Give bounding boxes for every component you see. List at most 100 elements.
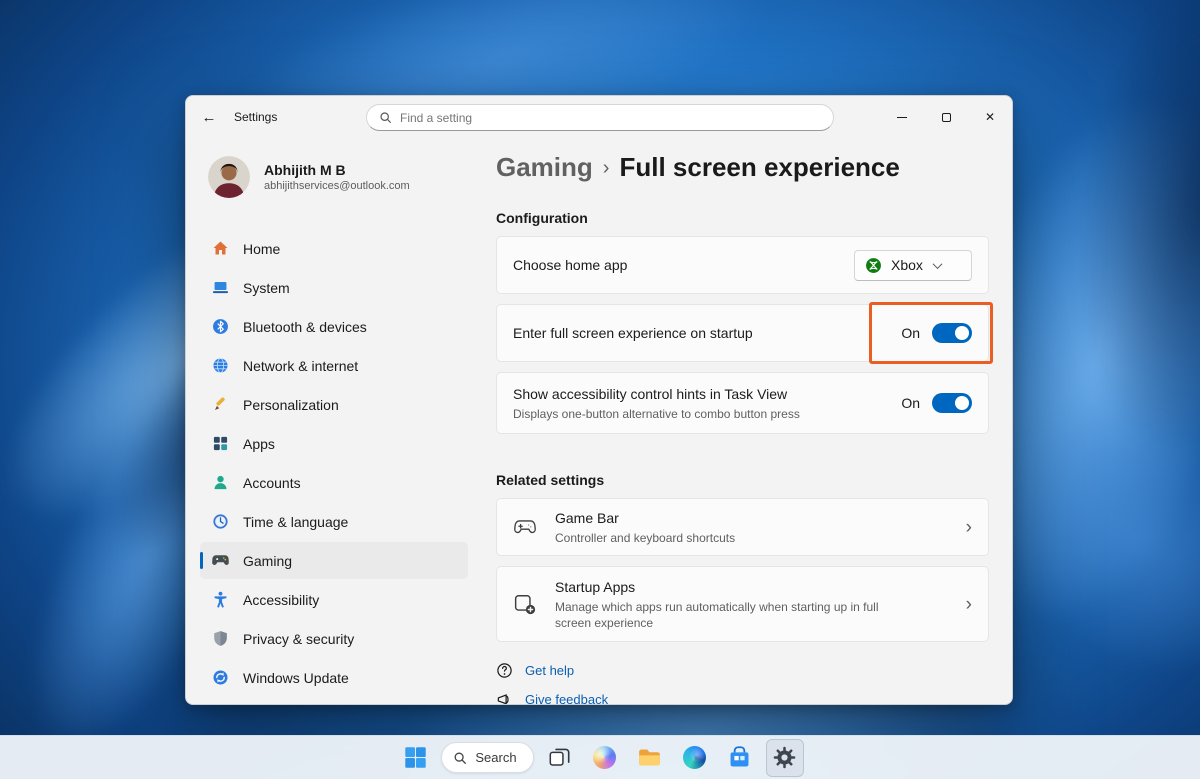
game-bar-card[interactable]: Game Bar Controller and keyboard shortcu…	[496, 498, 989, 556]
home-app-dropdown[interactable]: Xbox	[854, 250, 972, 281]
sidebar-item-label: Bluetooth & devices	[243, 319, 367, 335]
maximize-button[interactable]	[924, 96, 968, 138]
sidebar-item-label: Time & language	[243, 514, 348, 530]
personalization-icon	[212, 396, 229, 413]
breadcrumb-parent[interactable]: Gaming	[496, 149, 593, 185]
settings-search-input[interactable]	[400, 111, 821, 125]
give-feedback-link[interactable]: Give feedback	[496, 691, 989, 705]
chevron-down-icon	[932, 259, 942, 269]
startup-apps-icon	[513, 592, 537, 616]
sidebar-item-privacy-security[interactable]: Privacy & security	[200, 620, 468, 657]
copilot-icon	[593, 746, 616, 769]
sidebar: Abhijith M B abhijithservices@outlook.co…	[186, 138, 482, 704]
window-title: Settings	[234, 110, 277, 124]
give-feedback-label: Give feedback	[525, 692, 608, 705]
minimize-button[interactable]	[880, 96, 924, 138]
sidebar-item-gaming[interactable]: Gaming	[200, 542, 468, 579]
maximize-icon	[942, 113, 951, 122]
file-explorer-icon	[638, 746, 661, 769]
toggle-knob	[955, 326, 969, 340]
accessibility-hints-description: Displays one-button alternative to combo…	[513, 406, 871, 422]
sidebar-item-label: Apps	[243, 436, 275, 452]
settings-button[interactable]	[766, 739, 804, 777]
accounts-icon	[212, 474, 229, 491]
fullscreen-startup-toggle[interactable]	[932, 323, 972, 343]
sidebar-item-label: Gaming	[243, 553, 292, 569]
accessibility-hints-toggle[interactable]	[932, 393, 972, 413]
startup-apps-card[interactable]: Startup Apps Manage which apps run autom…	[496, 566, 989, 642]
task-view-button[interactable]	[541, 739, 579, 777]
sidebar-item-label: Network & internet	[243, 358, 358, 374]
edge-button[interactable]	[676, 739, 714, 777]
taskbar-search[interactable]: Search	[441, 742, 533, 773]
sidebar-item-home[interactable]: Home	[200, 230, 468, 267]
sidebar-item-label: System	[243, 280, 290, 296]
search-icon	[453, 751, 467, 765]
game-bar-label: Game Bar	[555, 509, 936, 528]
sidebar-item-time-language[interactable]: Time & language	[200, 503, 468, 540]
page-title: Full screen experience	[619, 149, 899, 185]
minimize-icon	[897, 117, 907, 118]
close-button[interactable]: ✕	[968, 96, 1012, 138]
taskbar-search-label: Search	[475, 750, 516, 765]
store-button[interactable]	[721, 739, 759, 777]
sidebar-item-label: Home	[243, 241, 280, 257]
start-button[interactable]	[396, 739, 434, 777]
fullscreen-startup-label: Enter full screen experience on startup	[513, 324, 871, 343]
sidebar-nav: Home System Bluetooth & devices Network …	[186, 230, 482, 696]
related-settings-heading: Related settings	[496, 470, 989, 490]
sidebar-item-accounts[interactable]: Accounts	[200, 464, 468, 501]
apps-icon	[212, 435, 229, 452]
toggle-knob	[955, 396, 969, 410]
close-icon: ✕	[985, 110, 995, 124]
sidebar-item-accessibility[interactable]: Accessibility	[200, 581, 468, 618]
user-name: Abhijith M B	[264, 162, 410, 179]
gaming-icon	[212, 552, 229, 569]
sidebar-item-personalization[interactable]: Personalization	[200, 386, 468, 423]
taskbar: Search	[0, 735, 1200, 779]
give-feedback-icon	[496, 691, 513, 705]
get-help-link[interactable]: Get help	[496, 662, 989, 679]
account-block[interactable]: Abhijith M B abhijithservices@outlook.co…	[208, 156, 482, 198]
sidebar-item-system[interactable]: System	[200, 269, 468, 306]
system-icon	[212, 279, 229, 296]
game-bar-description: Controller and keyboard shortcuts	[555, 530, 936, 546]
chevron-right-icon: ›	[966, 595, 972, 614]
file-explorer-button[interactable]	[631, 739, 669, 777]
breadcrumb: Gaming › Full screen experience	[496, 148, 989, 186]
choose-home-app-card: Choose home app Xbox	[496, 236, 989, 294]
user-email: abhijithservices@outlook.com	[264, 179, 410, 193]
store-icon	[728, 746, 751, 769]
accessibility-hints-state: On	[901, 395, 920, 411]
settings-search-box[interactable]	[366, 104, 834, 131]
breadcrumb-separator-icon: ›	[603, 150, 610, 186]
network-icon	[212, 357, 229, 374]
time-language-icon	[212, 513, 229, 530]
home-app-value: Xbox	[891, 257, 923, 273]
windows-update-icon	[212, 669, 229, 686]
accessibility-hints-card: Show accessibility control hints in Task…	[496, 372, 989, 434]
chevron-right-icon: ›	[966, 518, 972, 537]
back-button[interactable]: ←	[192, 102, 226, 132]
settings-window: ← Settings ✕	[185, 95, 1013, 705]
accessibility-hints-label: Show accessibility control hints in Task…	[513, 385, 871, 404]
window-controls: ✕	[880, 96, 1012, 138]
sidebar-item-label: Personalization	[243, 397, 339, 413]
sidebar-item-label: Windows Update	[243, 670, 349, 686]
configuration-heading: Configuration	[496, 208, 989, 228]
sidebar-item-label: Accessibility	[243, 592, 319, 608]
startup-apps-label: Startup Apps	[555, 578, 885, 597]
sidebar-item-apps[interactable]: Apps	[200, 425, 468, 462]
fullscreen-startup-card: Enter full screen experience on startup …	[496, 304, 989, 362]
gear-icon	[773, 746, 796, 769]
startup-apps-description: Manage which apps run automatically when…	[555, 599, 885, 631]
sidebar-item-windows-update[interactable]: Windows Update	[200, 659, 468, 696]
sidebar-item-network-internet[interactable]: Network & internet	[200, 347, 468, 384]
sidebar-item-bluetooth-devices[interactable]: Bluetooth & devices	[200, 308, 468, 345]
copilot-button[interactable]	[586, 739, 624, 777]
game-bar-icon	[513, 515, 537, 539]
titlebar: ← Settings ✕	[186, 96, 1012, 138]
get-help-label: Get help	[525, 663, 574, 678]
xbox-icon	[865, 257, 882, 274]
sidebar-item-label: Accounts	[243, 475, 301, 491]
